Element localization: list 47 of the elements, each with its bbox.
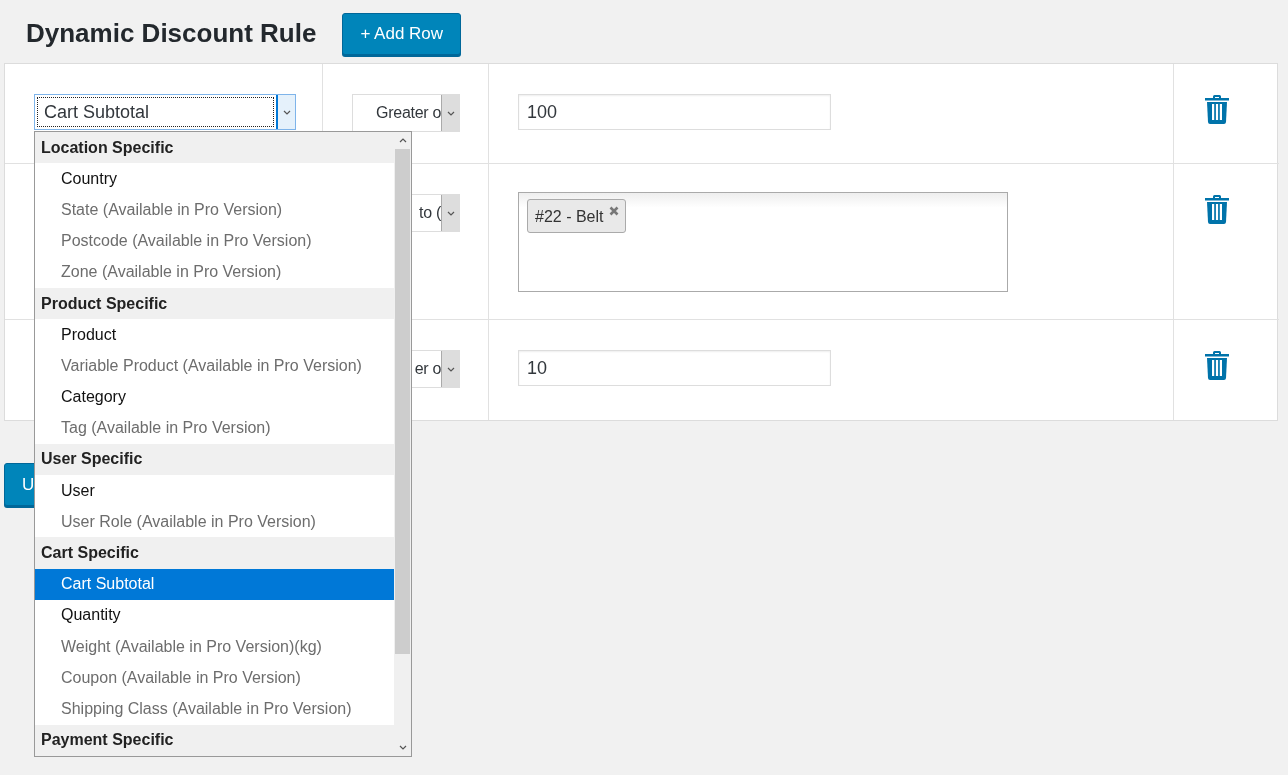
dropdown-option: Zone (Available in Pro Version) bbox=[35, 256, 394, 288]
value-field[interactable]: 100 bbox=[518, 94, 831, 130]
option-group-label: Location Specific bbox=[35, 132, 394, 164]
dropdown-option[interactable]: Cart Subtotal bbox=[35, 568, 394, 600]
tag-label: #22 - Belt bbox=[535, 208, 604, 226]
caret-icon bbox=[398, 137, 407, 144]
dropdown-option: State (Available in Pro Version) bbox=[35, 194, 394, 226]
tag-chip[interactable]: #22 - Belt bbox=[527, 199, 627, 233]
condition-select[interactable]: Cart Subtotal bbox=[34, 94, 296, 130]
dropdown-option: Shipping Class (Available in Pro Version) bbox=[35, 693, 394, 725]
dropdown-option[interactable]: Country bbox=[35, 163, 394, 195]
caret-icon bbox=[398, 744, 407, 751]
caret-icon bbox=[446, 209, 455, 217]
option-group-label: Payment Specific bbox=[35, 724, 394, 756]
operator-select[interactable]: Greater o bbox=[352, 94, 460, 132]
selected-value: to ( bbox=[418, 203, 441, 223]
dropdown-option[interactable]: User bbox=[35, 475, 394, 507]
dropdown-option: Variable Product (Available in Pro Version) bbox=[35, 350, 394, 382]
option-group-label: Cart Specific bbox=[35, 537, 394, 569]
delete-button[interactable] bbox=[1204, 350, 1230, 381]
caret-icon bbox=[282, 108, 291, 116]
remove-icon bbox=[609, 206, 620, 216]
scrollbar[interactable] bbox=[394, 132, 411, 756]
selected-value: Cart Subtotal bbox=[37, 97, 274, 127]
page-title: Dynamic Discount Rule bbox=[26, 17, 317, 49]
dropdown-option: Weight (Available in Pro Version)(kg) bbox=[35, 631, 394, 663]
delete-button[interactable] bbox=[1204, 194, 1230, 225]
option-group-label: User Specific bbox=[35, 443, 394, 476]
dropdown-option: Tag (Available in Pro Version) bbox=[35, 412, 394, 444]
caret-icon bbox=[446, 109, 455, 117]
option-group-label: Product Specific bbox=[35, 287, 394, 320]
trash-icon bbox=[1204, 94, 1230, 125]
dropdown-option: Coupon (Available in Pro Version) bbox=[35, 662, 394, 694]
dropdown-option: Postcode (Available in Pro Version) bbox=[35, 225, 394, 257]
value-field[interactable]: 10 bbox=[518, 350, 831, 386]
selected-value: Greater o bbox=[375, 103, 441, 123]
dropdown-option[interactable]: Product bbox=[35, 319, 394, 351]
caret-icon bbox=[446, 365, 455, 373]
dropdown-option: User Role (Available in Pro Version) bbox=[35, 506, 394, 538]
tags-field[interactable]: #22 - Belt bbox=[518, 192, 1008, 292]
trash-icon bbox=[1204, 350, 1230, 381]
trash-icon bbox=[1204, 194, 1230, 225]
dropdown-option[interactable]: Quantity bbox=[35, 599, 394, 631]
delete-button[interactable] bbox=[1204, 94, 1230, 125]
scrollbar-thumb[interactable] bbox=[395, 149, 410, 654]
add-row-button[interactable]: + Add Row bbox=[342, 13, 462, 55]
dropdown-option[interactable]: Category bbox=[35, 381, 394, 413]
